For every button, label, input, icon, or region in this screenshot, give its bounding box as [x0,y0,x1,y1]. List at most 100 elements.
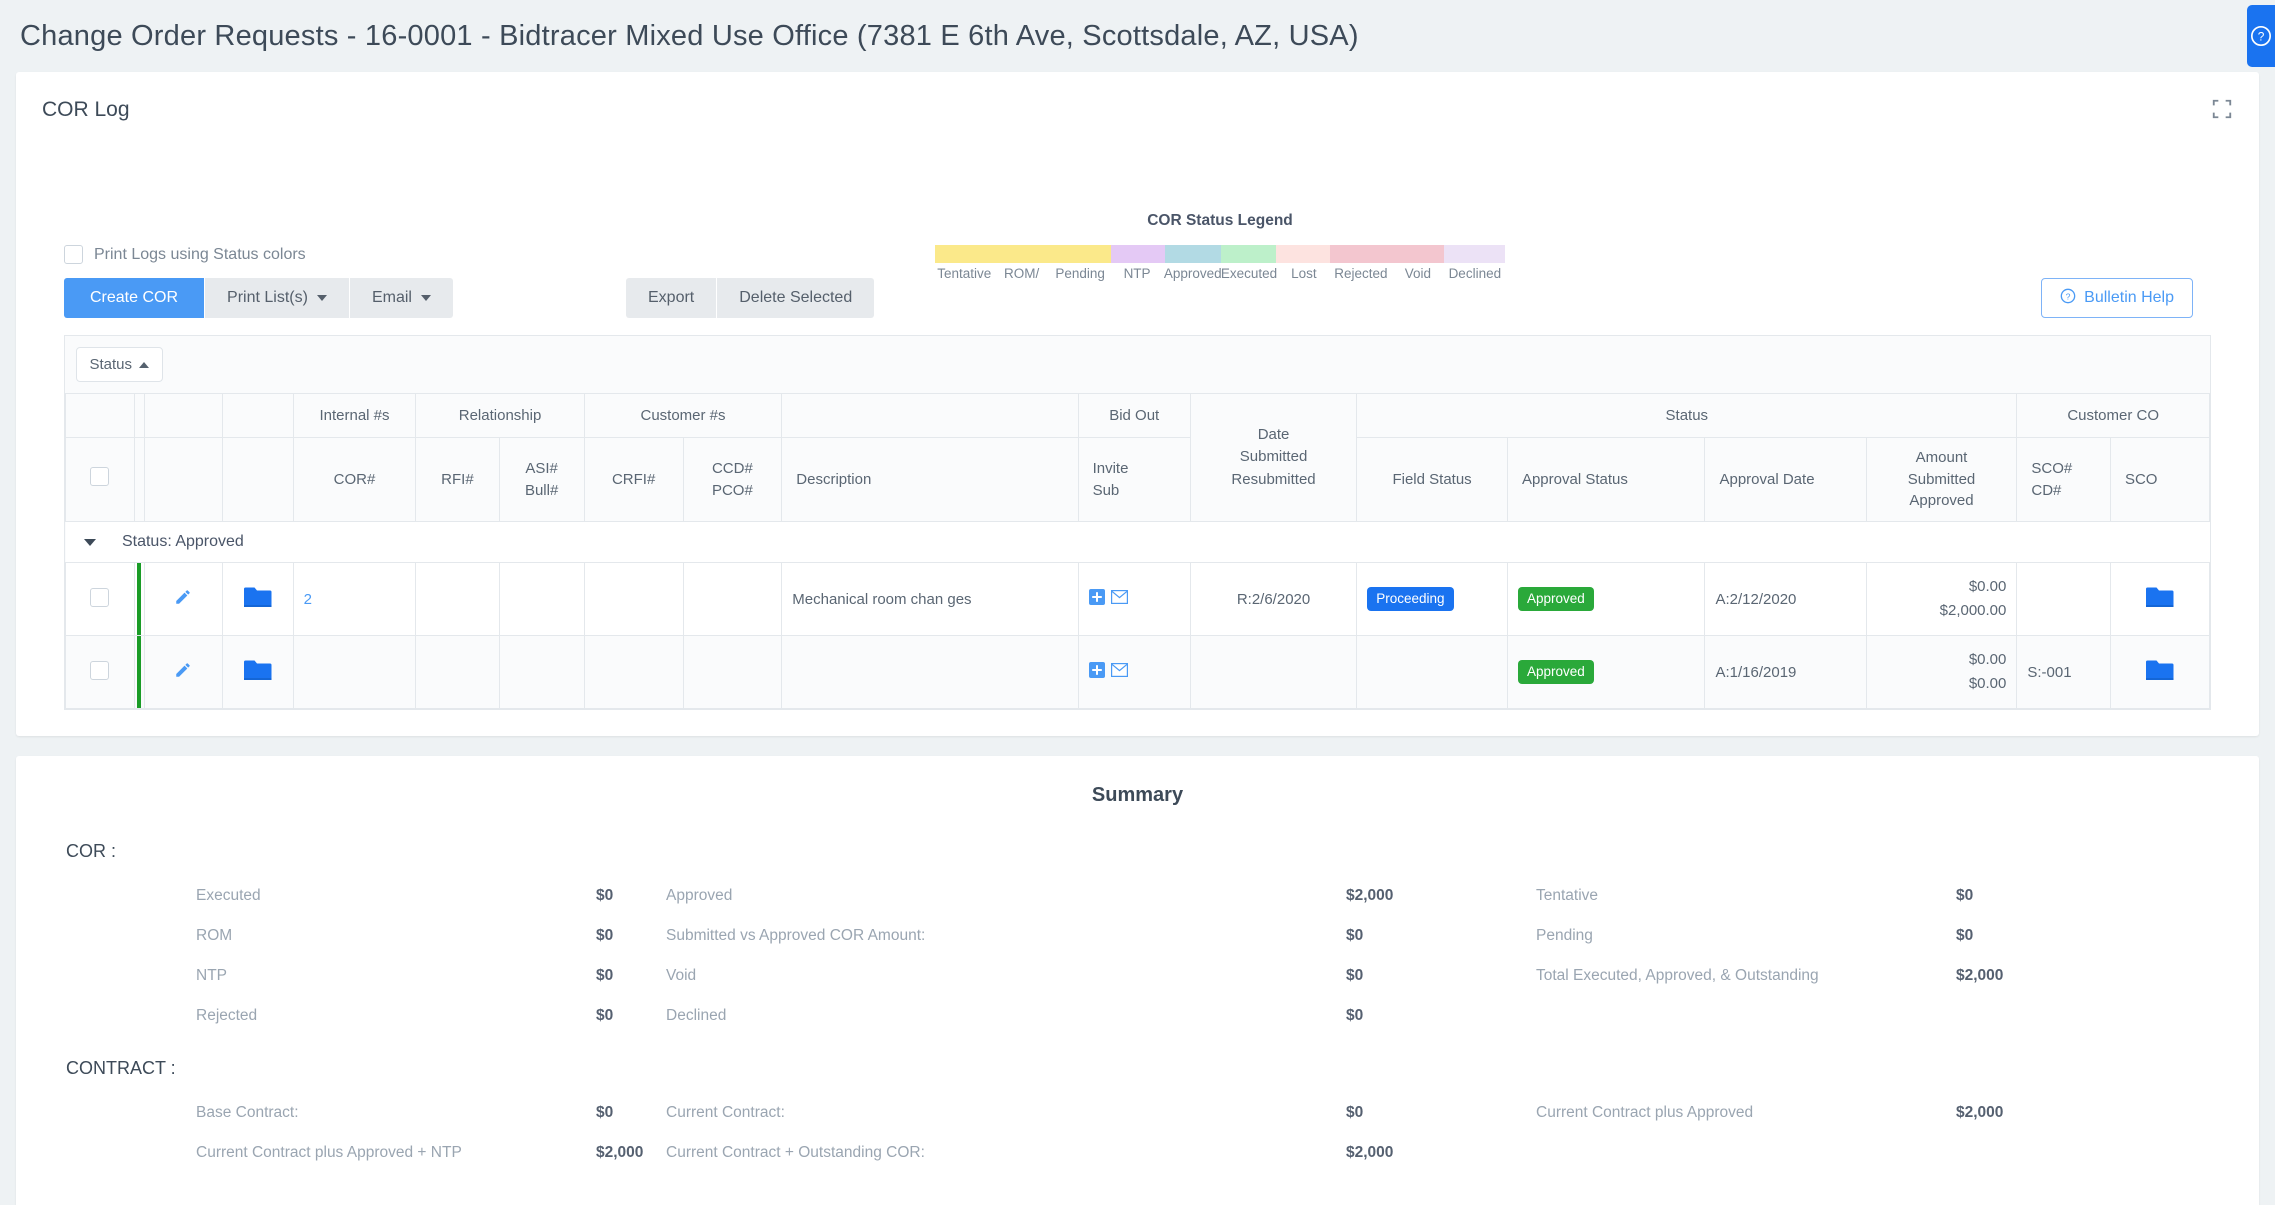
add-plus-icon[interactable] [1088,662,1105,682]
print-lists-button[interactable]: Print List(s) [205,278,349,318]
select-all-checkbox[interactable] [90,466,110,486]
summary-value: $0 [1346,1104,1364,1122]
fullscreen-expand-icon[interactable] [2211,98,2233,125]
header-sco-num-line: SCO# [2031,459,2073,477]
summary-value: $2,000 [1346,1144,1394,1162]
summary-key [1536,996,1956,1036]
svg-text:?: ? [2258,30,2265,44]
row-asi-bull-number [498,635,585,710]
table-row[interactable]: 2 Mechanical room chan ges R:2/6/2020 Proce… [65,562,2211,637]
cor-log-card-header: COR Log [16,72,2259,125]
summary-value: $0 [1956,927,1974,945]
header-cor-number: COR# [292,437,417,522]
row-description [781,635,1079,710]
envelope-icon[interactable] [1110,590,1128,608]
summary-key: NTP [196,967,227,985]
print-logs-checkbox[interactable] [64,245,83,264]
summary-value [1956,1133,2166,1173]
row-sco-folder-cell[interactable] [2109,635,2211,710]
row-edit-cell[interactable] [144,635,223,710]
summary-value: $2,000 [596,1144,644,1162]
summary-contract-grid: Base Contract: $0 Current Contract: $0 Curre… [16,1093,2259,1173]
summary-value: $0 [596,927,614,945]
header-bull-line: Bull# [524,481,559,499]
folder-icon[interactable] [2145,660,2175,686]
export-button[interactable]: Export [626,278,717,318]
summary-value: $0 [596,967,614,985]
header-amount-submitted-approved: Amount Submitted Approved [1865,437,2018,522]
summary-key: Total Executed, Approved, & Outstanding [1536,967,1819,985]
pencil-icon[interactable] [174,663,192,683]
cor-log-title: COR Log [42,98,130,121]
row-select-cell [65,562,135,637]
summary-card: Summary COR : Executed $0 Approved $2,000 Te… [16,756,2259,1205]
header-date-line3: Resubmitted [1231,470,1316,488]
header-description: Description [781,437,1079,522]
chevron-down-icon [316,295,327,301]
row-description: Mechanical room chan ges [781,562,1079,637]
status-filter-chip[interactable]: Status [75,347,164,382]
row-cor-number[interactable]: 2 [292,562,417,637]
add-plus-icon[interactable] [1088,589,1105,609]
summary-spacer [16,876,196,916]
pencil-icon[interactable] [174,590,192,610]
row-checkbox[interactable] [90,587,110,607]
row-folder-cell[interactable] [221,562,294,637]
folder-icon[interactable] [2145,587,2175,613]
row-rfi-number [415,635,500,710]
header-date-submitted-resubmitted: Date Submitted Resubmitted [1189,393,1358,522]
header-ccd-pco-number: CCD# PCO# [682,437,783,522]
table-row[interactable]: Approved A:1/16/2019 $0.00 $0.00 S:-001 [65,635,2211,710]
row-edit-cell[interactable] [144,562,223,637]
folder-icon[interactable] [243,587,273,613]
header-field-status: Field Status [1356,437,1508,522]
cor-log-table-container: Status Internal #s Relationship Customer… [64,335,2211,711]
header-group-customer-nums: Customer #s [583,393,783,438]
print-lists-label: Print List(s) [227,289,308,306]
header-date-line2: Submitted [1239,448,1308,466]
email-button[interactable]: Email [349,278,453,318]
summary-key: Current Contract plus Approved [1536,1104,1754,1122]
row-amount-cell: $0.00 $0.00 [1865,635,2018,710]
svg-text:?: ? [2066,291,2071,301]
row-field-status-cell [1356,635,1508,710]
header-blank-folder [221,393,294,438]
header-ccd-line: CCD# [711,459,753,477]
row-sco-folder-cell[interactable] [2109,562,2211,637]
delete-selected-button[interactable]: Delete Selected [717,278,875,318]
summary-value: $0 [596,1007,614,1025]
legend-color-bars [935,245,1506,263]
bulletin-help-button[interactable]: ? Bulletin Help [2041,278,2193,318]
create-cor-button[interactable]: Create COR [64,278,205,318]
folder-icon[interactable] [243,660,273,686]
summary-value: $0 [1346,967,1364,985]
row-bid-out-cell [1077,635,1191,710]
summary-key [1536,1133,1956,1173]
chevron-down-icon [420,295,431,301]
envelope-icon[interactable] [1110,663,1128,681]
row-cor-number[interactable] [292,635,417,710]
header-blank-description [781,393,1079,438]
row-checkbox[interactable] [90,660,110,680]
caret-down-icon[interactable] [83,538,96,546]
summary-value: $2,000 [1346,887,1394,905]
row-folder-cell[interactable] [221,635,294,710]
header-folder-cell [221,437,294,522]
help-tab-button[interactable]: ? [2247,5,2275,67]
field-status-badge: Proceeding [1367,587,1454,612]
page-title: Change Order Requests - 16-0001 - Bidtra… [20,19,1359,52]
question-circle-icon: ? [2060,288,2076,309]
status-group-row[interactable]: Status: Approved [65,520,2210,564]
row-approval-date: A:1/16/2019 [1704,635,1867,710]
summary-spacer [16,996,196,1036]
legend-title: COR Status Legend [1147,212,1293,229]
summary-key: Current Contract plus Approved + NTP [196,1144,462,1162]
header-blank-edit [144,393,223,438]
caret-up-icon [139,361,150,368]
row-approval-status-cell: Approved [1506,635,1706,710]
header-group-relationship: Relationship [415,393,585,438]
summary-value: $0 [1346,927,1364,945]
cor-log-toolbar: Create COR Print List(s) Email Export De… [64,278,2259,318]
summary-title: Summary [1091,784,1184,807]
row-amount-cell: $0.00 $2,000.00 [1865,562,2018,637]
